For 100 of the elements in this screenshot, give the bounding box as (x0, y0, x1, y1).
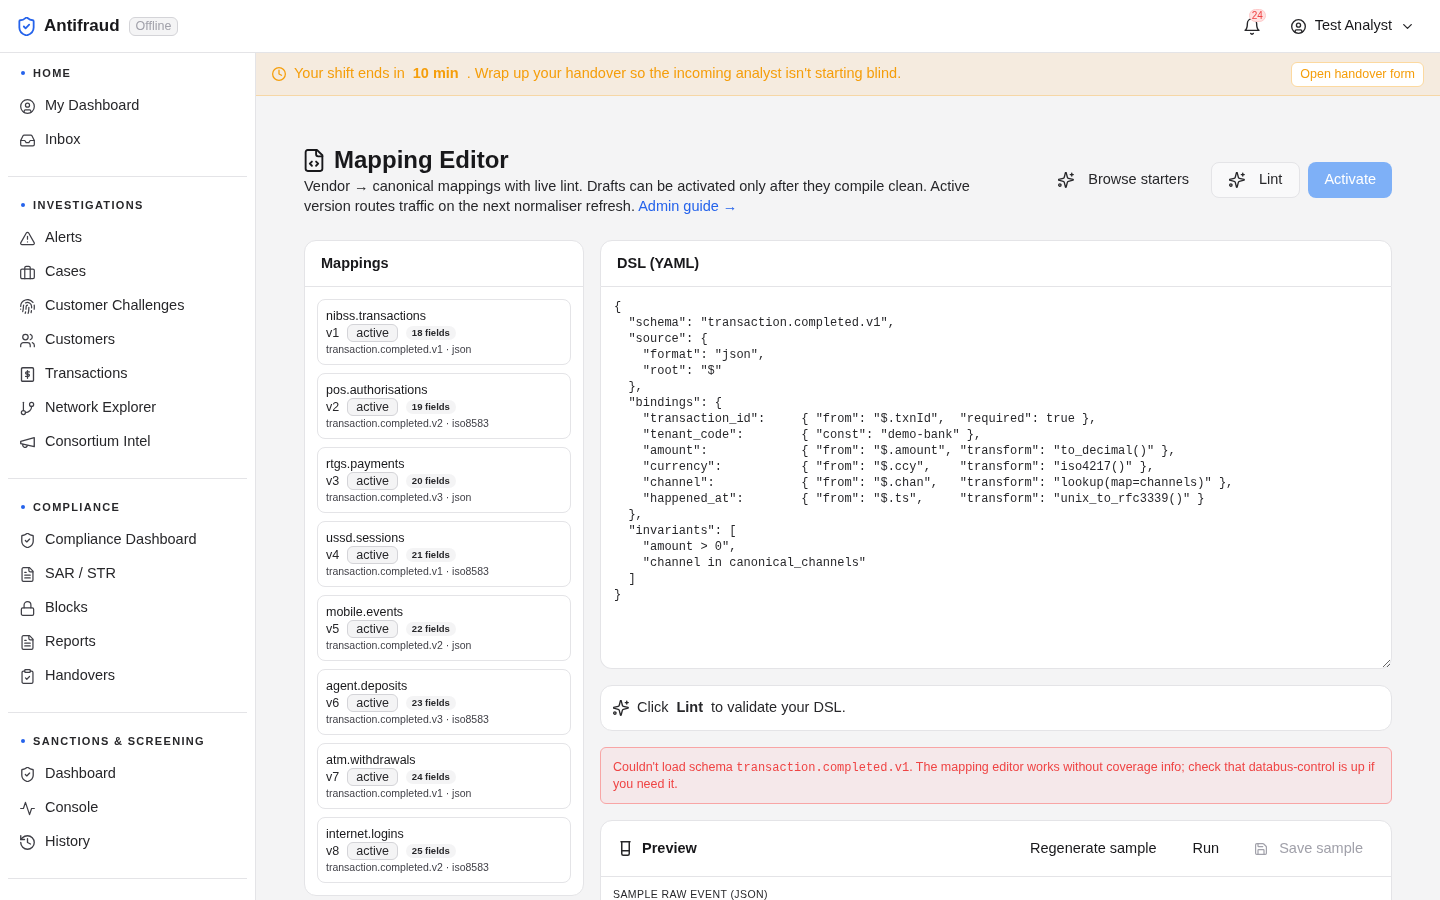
admin-guide-link[interactable]: Admin guide → (638, 198, 738, 214)
save-icon (1255, 842, 1268, 855)
document-icon (20, 566, 35, 582)
megaphone-icon (20, 434, 35, 450)
nav-item[interactable]: Cases (8, 255, 247, 289)
mapping-meta: transaction.completed.v2 · json (326, 638, 473, 653)
lint-hint-text: Click Lint to validate your DSL. (637, 698, 846, 718)
app-title: Antifraud (44, 15, 120, 38)
nav-item[interactable]: Dashboard (8, 757, 247, 791)
nav-item[interactable]: Compliance Dashboard (8, 523, 247, 557)
nav-item[interactable]: Console (8, 791, 247, 825)
sparkles-icon (1229, 172, 1245, 188)
nav-item[interactable]: Consortium Intel (8, 425, 247, 459)
fingerprint-icon (20, 298, 35, 314)
dollar-receipt-icon (20, 366, 35, 382)
mapping-item[interactable]: pos.authorisations v2 active 19 fields transaction.completed.v2 · iso8583 (317, 373, 571, 439)
mapping-item[interactable]: nibss.transactions v1 active 18 fields transaction.completed.v1 · json (317, 299, 571, 365)
mapping-name: mobile.events (326, 604, 405, 620)
shield-check-icon (20, 766, 35, 782)
history-icon (20, 834, 35, 850)
mapping-item[interactable]: atm.withdrawals v7 active 24 fields transaction.completed.v1 · json (317, 743, 571, 809)
mapping-name: nibss.transactions (326, 308, 428, 324)
lock-icon (20, 600, 35, 616)
version-label: v1 (326, 325, 340, 341)
status-badge: active (347, 694, 398, 712)
field-count-badge: 24 fields (405, 770, 456, 784)
mapping-meta: transaction.completed.v2 · iso8583 (326, 860, 490, 875)
version-label: v4 (326, 547, 340, 563)
user-circle-icon (20, 98, 35, 114)
sparkles-icon (1058, 172, 1075, 188)
mapping-meta: transaction.completed.v1 · json (326, 786, 473, 801)
notifications-button[interactable] (1243, 17, 1260, 35)
notification-count-badge: 24 (1248, 8, 1266, 22)
status-badge: active (347, 842, 398, 860)
mapping-item[interactable]: ussd.sessions v4 active 21 fields transaction.completed.v1 · iso8583 (317, 521, 571, 587)
error-message: Couldn't load schema transaction.completed.v1. The mapping editor works without coverage info; check that databus-control is up if you need it. (613, 759, 1376, 792)
nav-item[interactable]: SAR / STR (8, 557, 247, 591)
version-label: v6 (326, 695, 340, 711)
status-badge: active (347, 620, 398, 638)
panel-title: DSL (YAML) (617, 253, 700, 273)
shield-check-icon (20, 532, 35, 548)
browse-starters-button[interactable]: Browse starters (1044, 162, 1203, 198)
nav-item[interactable]: Transactions (8, 357, 247, 391)
mapping-meta: transaction.completed.v1 · json (326, 342, 473, 357)
section-heading: INVESTIGATIONS (33, 197, 144, 213)
nav-item[interactable]: Blocks (8, 591, 247, 625)
user-circle-icon (1290, 18, 1306, 34)
section-heading: HOME (33, 65, 72, 81)
file-code-icon (304, 148, 324, 172)
nav-item[interactable]: Customers (8, 323, 247, 357)
section-heading: COMPLIANCE (33, 499, 121, 515)
mapping-item[interactable]: internet.logins v8 active 25 fields transaction.completed.v2 · iso8583 (317, 817, 571, 883)
mapping-meta: transaction.completed.v1 · iso8583 (326, 564, 490, 579)
mapping-meta: transaction.completed.v2 · iso8583 (326, 416, 490, 431)
mapping-item[interactable]: agent.deposits v6 active 23 fields transaction.completed.v3 · iso8583 (317, 669, 571, 735)
field-count-badge: 20 fields (405, 474, 456, 488)
nav-item[interactable]: Customer Challenges (8, 289, 247, 323)
status-badge: Offline (128, 16, 179, 36)
field-count-badge: 22 fields (405, 622, 456, 636)
preview-action-button[interactable]: Run (1176, 830, 1236, 867)
nav-item[interactable]: Inbox (8, 123, 247, 157)
user-menu-button[interactable]: Test Analyst (1290, 15, 1412, 37)
mapping-item[interactable]: rtgs.payments v3 active 20 fields transaction.completed.v3 · json (317, 447, 571, 513)
status-badge: active (347, 768, 398, 786)
nav-item[interactable]: Handovers (8, 659, 247, 693)
nav-item[interactable]: My Dashboard (8, 89, 247, 123)
version-label: v5 (326, 621, 340, 637)
status-badge: active (347, 472, 398, 490)
mapping-name: agent.deposits (326, 678, 409, 694)
nav-item[interactable]: Alerts (8, 221, 247, 255)
version-label: v3 (326, 473, 340, 489)
mapping-name: pos.authorisations (326, 382, 429, 398)
nav-item[interactable]: Network Explorer (8, 391, 247, 425)
banner-message: Your shift ends in 10 min . Wrap up your handover so the incoming analyst isn't starting blind. (294, 64, 902, 84)
field-count-badge: 25 fields (405, 844, 456, 858)
preview-action-button[interactable]: Regenerate sample (1014, 830, 1173, 867)
status-badge: active (347, 324, 398, 342)
lint-button[interactable]: Lint (1211, 162, 1301, 198)
warning-triangle-icon (20, 230, 35, 246)
clock-icon (272, 67, 286, 81)
mapping-name: rtgs.payments (326, 456, 406, 472)
page-description: Vendor → canonical mappings with live lint. Drafts can be activated only after they compile clean. Active version routes traffic on the next normaliser refresh. Admin guide → (304, 177, 971, 216)
dsl-code-editor[interactable]: { "schema": "transaction.completed.v1", "source": { "format": "json", "root": "$" }, "bindings": { "transaction_id": { "from": "$.txnId", "required": true }, "tenant_code": { "const": "demo-bank" }, "amount": { "from": "$.amount", "transform": "to_decimal()" }, "currency": { "from": "$.ccy", "transform": "iso4217()" }, "channel": { "from": "$.chan", "transform": "lookup(map=channels)" }, "happened_at": { "from": "$.ts", "transform": "unix_to_rfc3339()" } }, "invariants": [ "amount > 0", "channel in canonical_channels" ] } (600, 287, 1392, 669)
version-label: v2 (326, 399, 340, 415)
mapping-meta: transaction.completed.v3 · iso8583 (326, 712, 490, 727)
mapping-item[interactable]: mobile.events v5 active 22 fields transaction.completed.v2 · json (317, 595, 571, 661)
section-heading: SANCTIONS & SCREENING (33, 733, 205, 749)
panel-title: Preview (642, 838, 697, 858)
branch-icon (20, 400, 35, 416)
clipboard-check-icon (20, 668, 35, 684)
status-badge: active (347, 398, 398, 416)
status-badge: active (347, 546, 398, 564)
users-icon (20, 332, 35, 348)
field-count-badge: 18 fields (405, 326, 456, 340)
nav-item[interactable]: Reports (8, 625, 247, 659)
page-title: Mapping Editor (334, 145, 509, 175)
field-count-badge: 21 fields (405, 548, 456, 562)
field-count-badge: 19 fields (405, 400, 456, 414)
bell-icon (1243, 17, 1260, 35)
nav-item[interactable]: History (8, 825, 247, 859)
